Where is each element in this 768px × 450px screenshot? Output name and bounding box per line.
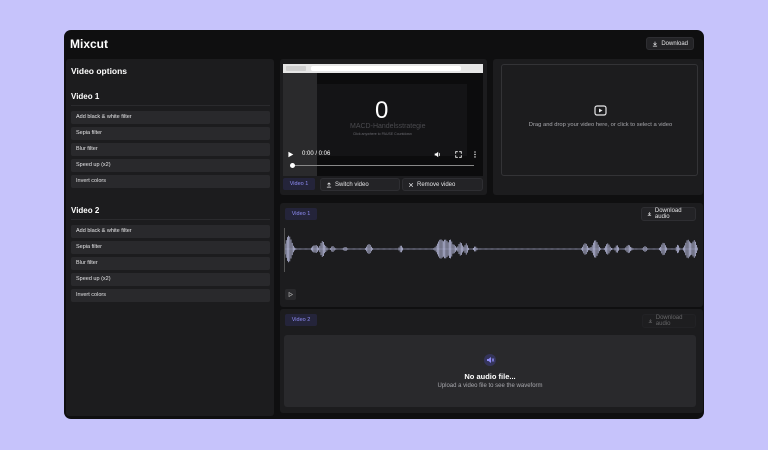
panel-title: Video options (71, 66, 128, 76)
remove-video-button[interactable]: Remove video (402, 178, 483, 191)
divider (71, 105, 270, 106)
video-browser-tab (286, 66, 306, 71)
audio-tab-video-2[interactable]: Video 2 (285, 314, 317, 326)
option-sepia-filter-video-2[interactable]: Sepia filter (71, 241, 270, 254)
option-speed-up-video-1[interactable]: Speed up (x2) (71, 159, 270, 172)
section-title-video-1: Video 1 (71, 92, 100, 101)
video-side-panel (283, 73, 317, 176)
download-audio-label: Download audio (655, 315, 683, 327)
video-player[interactable]: 0 MACD-Handelsstrategie Click anywhere t… (283, 64, 483, 176)
option-bw-filter-video-2[interactable]: Add black & white filter (71, 225, 270, 238)
empty-audio-title: No audio file... (464, 372, 516, 381)
option-sepia-filter-video-1[interactable]: Sepia filter (71, 127, 270, 140)
fullscreen-icon[interactable] (455, 150, 462, 158)
app-title: Mixcut (70, 37, 109, 51)
audio-waveform[interactable] (285, 234, 698, 264)
speaker-icon (484, 354, 496, 366)
empty-audio-subtitle: Upload a video file to see the waveform (437, 383, 543, 389)
play-icon (288, 292, 293, 297)
option-blur-filter-video-1[interactable]: Blur filter (71, 143, 270, 156)
option-bw-filter-video-1[interactable]: Add black & white filter (71, 111, 270, 124)
switch-video-button[interactable]: Switch video (320, 178, 400, 191)
empty-audio-state: No audio file... Upload a video file to … (284, 335, 696, 407)
download-audio-label: Download audio (654, 208, 682, 220)
volume-icon[interactable] (434, 151, 441, 158)
section-title-video-2: Video 2 (71, 206, 100, 215)
video-icon (594, 105, 607, 116)
seek-knob[interactable] (290, 163, 295, 168)
option-speed-up-video-2[interactable]: Speed up (x2) (71, 273, 270, 286)
upload-icon (326, 181, 332, 187)
video-drop-zone[interactable]: Drag and drop your video here, or click … (501, 64, 698, 176)
download-label: Download (661, 40, 688, 47)
switch-video-label: Switch video (335, 181, 369, 188)
video-overlay-subtitle: Click anywhere to PAUSE Countdown (353, 132, 412, 136)
download-icon (647, 212, 652, 217)
player-time: 0:00 / 0:06 (302, 151, 331, 157)
download-button[interactable]: Download (646, 37, 694, 50)
video-browser-bar (283, 64, 483, 73)
option-invert-colors-video-1[interactable]: Invert colors (71, 175, 270, 188)
play-icon[interactable] (287, 151, 294, 158)
option-blur-filter-video-2[interactable]: Blur filter (71, 257, 270, 270)
seek-bar[interactable] (293, 165, 474, 166)
drop-zone-text: Drag and drop your video here, or click … (528, 122, 673, 128)
audio-play-button[interactable] (285, 289, 296, 300)
tab-video-1[interactable]: Video 1 (283, 178, 315, 190)
video-browser-url (311, 66, 461, 71)
more-icon[interactable] (473, 150, 477, 158)
divider (71, 219, 270, 220)
countdown-number: 0 (375, 97, 389, 124)
video-overlay-title: MACD-Handelsstrategie (350, 123, 426, 130)
download-audio-button[interactable]: Download audio (641, 207, 696, 221)
audio-tab-video-1[interactable]: Video 1 (285, 208, 317, 220)
download-icon (653, 41, 658, 46)
app-window: Mixcut Download Video options Video 1 Ad… (64, 30, 704, 419)
download-audio-button-disabled: Download audio (642, 314, 696, 328)
download-icon (648, 319, 653, 323)
remove-video-label: Remove video (417, 181, 456, 188)
video-options-panel: Video options Video 1 Add black & white … (66, 59, 274, 416)
top-bar: Mixcut Download (64, 30, 704, 58)
video-content (317, 84, 467, 156)
option-invert-colors-video-2[interactable]: Invert colors (71, 289, 270, 302)
player-controls: 0:00 / 0:06 (287, 149, 479, 159)
close-icon (408, 182, 414, 187)
